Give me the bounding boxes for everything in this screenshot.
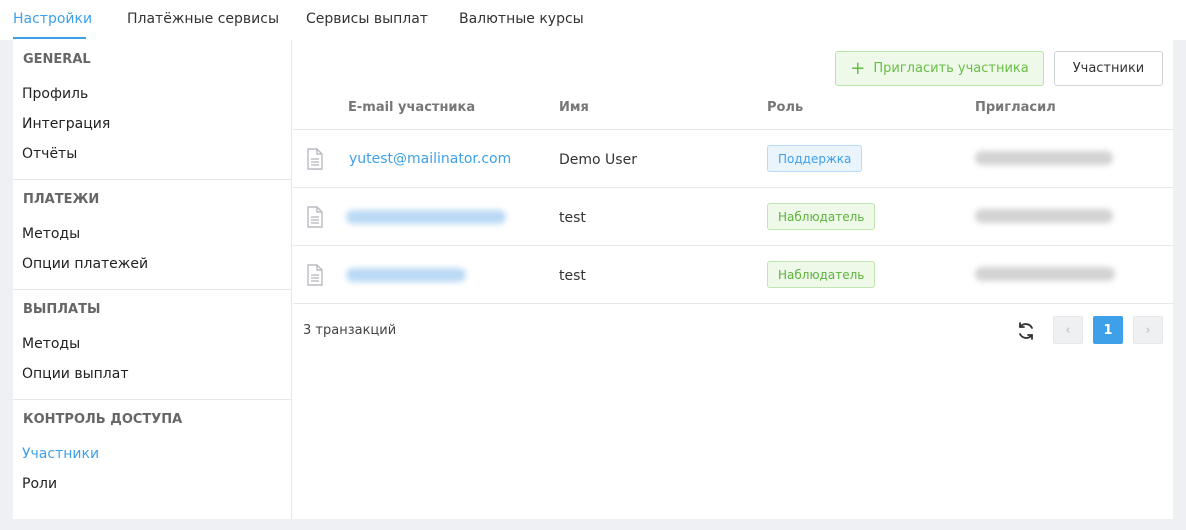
role-badge: Поддержка xyxy=(767,145,863,172)
redacted-member-email-link[interactable] xyxy=(346,268,466,282)
sidebar-item-roles[interactable]: Роли xyxy=(22,476,57,492)
divider xyxy=(13,289,292,290)
sidebar-section-payments: ПЛАТЕЖИ xyxy=(23,192,100,207)
redacted-member-email-link[interactable] xyxy=(346,210,506,224)
pagination-prev-button[interactable]: ‹ xyxy=(1053,316,1083,344)
pagination-page-1[interactable]: 1 xyxy=(1093,316,1123,344)
role-badge: Наблюдатель xyxy=(767,203,876,230)
row-divider xyxy=(293,245,1173,246)
sidebar: GENERAL Профиль Интеграция Отчёты ПЛАТЕЖ… xyxy=(13,40,292,519)
top-tabs: Настройки Платёжные сервисы Сервисы выпл… xyxy=(0,0,1186,40)
pagination-next-button[interactable]: › xyxy=(1133,316,1163,344)
row-divider xyxy=(293,303,1173,304)
document-icon xyxy=(307,148,323,170)
sidebar-item-payment-methods[interactable]: Методы xyxy=(22,226,80,242)
sidebar-section-payouts: ВЫПЛАТЫ xyxy=(23,302,101,317)
column-header-invited-by[interactable]: Пригласил xyxy=(975,100,1056,115)
tab-currency-rates[interactable]: Валютные курсы xyxy=(459,11,584,27)
role-badge: Наблюдатель xyxy=(767,261,876,288)
sidebar-item-integration[interactable]: Интеграция xyxy=(22,116,110,132)
sidebar-item-profile[interactable]: Профиль xyxy=(22,86,88,102)
divider xyxy=(13,399,292,400)
redacted-inviter xyxy=(975,209,1113,223)
document-icon xyxy=(307,264,323,286)
sidebar-item-members[interactable]: Участники xyxy=(22,446,99,462)
sidebar-item-reports[interactable]: Отчёты xyxy=(22,146,77,162)
member-name: Demo User xyxy=(559,152,637,168)
sidebar-section-access-control: КОНТРОЛЬ ДОСТУПА xyxy=(23,412,183,427)
redacted-inviter xyxy=(975,267,1115,281)
sidebar-item-payout-methods[interactable]: Методы xyxy=(22,336,80,352)
tab-payout-services[interactable]: Сервисы выплат xyxy=(306,11,428,27)
column-header-name[interactable]: Имя xyxy=(559,100,589,115)
invite-member-button[interactable]: + Пригласить участника xyxy=(835,51,1044,86)
sidebar-item-payment-options[interactable]: Опции платежей xyxy=(22,256,148,272)
divider xyxy=(13,179,292,180)
table-header-divider xyxy=(293,129,1173,130)
members-table-panel: + Пригласить участника Участники E-mail … xyxy=(293,40,1173,519)
tab-settings[interactable]: Настройки xyxy=(13,11,92,27)
sidebar-section-general: GENERAL xyxy=(23,52,91,67)
settings-panel: GENERAL Профиль Интеграция Отчёты ПЛАТЕЖ… xyxy=(13,40,1173,519)
tab-payment-services[interactable]: Платёжные сервисы xyxy=(127,11,279,27)
members-button[interactable]: Участники xyxy=(1054,51,1163,86)
column-header-role[interactable]: Роль xyxy=(767,100,803,115)
member-name: test xyxy=(559,268,586,284)
document-icon xyxy=(307,206,323,228)
sidebar-item-payout-options[interactable]: Опции выплат xyxy=(22,366,129,382)
row-divider xyxy=(293,187,1173,188)
plus-icon: + xyxy=(850,57,866,79)
invite-member-label: Пригласить участника xyxy=(873,61,1029,76)
transactions-count: 3 транзакций xyxy=(303,323,397,338)
active-tab-indicator xyxy=(13,37,86,39)
member-email-link[interactable]: yutest@mailinator.com xyxy=(349,151,511,167)
redacted-inviter xyxy=(975,151,1113,165)
column-header-email[interactable]: E-mail участника xyxy=(348,100,475,115)
refresh-icon[interactable] xyxy=(1015,320,1037,342)
member-name: test xyxy=(559,210,586,226)
